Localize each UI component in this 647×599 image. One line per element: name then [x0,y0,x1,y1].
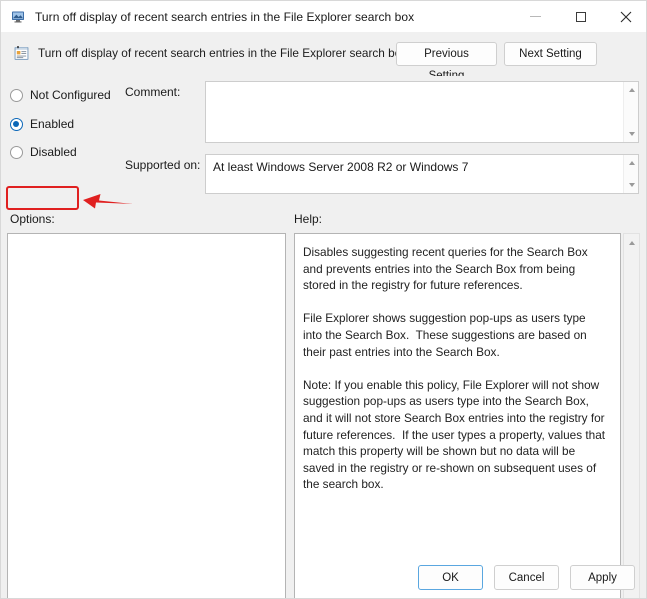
previous-setting-button[interactable]: Previous Setting [396,42,497,82]
ok-button[interactable]: OK [418,565,483,590]
supported-on-scrollbar[interactable] [623,155,638,193]
cancel-button[interactable]: Cancel [494,565,559,590]
radio-not-configured-label: Not Configured [30,88,111,102]
supported-on-input[interactable]: At least Windows Server 2008 R2 or Windo… [205,154,639,194]
window-controls [513,1,646,32]
help-pane[interactable]: Disables suggesting recent queries for t… [294,233,621,598]
help-label: Help: [294,212,323,226]
radio-not-configured[interactable]: Not Configured [10,86,111,104]
scroll-up-icon[interactable] [624,156,638,170]
comment-input[interactable] [205,81,639,143]
apply-button[interactable]: Apply [570,565,635,590]
group-policy-setting-dialog: Turn off display of recent search entrie… [0,0,647,599]
radio-enabled[interactable]: Enabled [10,115,74,133]
comment-scrollbar[interactable] [623,82,638,142]
help-scrollbar[interactable] [623,233,640,598]
comment-label: Comment: [125,85,181,99]
scroll-up-icon[interactable] [624,83,638,97]
radio-not-configured-mark [10,88,23,102]
supported-on-label: Supported on: [125,158,201,172]
next-setting-button[interactable]: Next Setting [504,42,597,66]
close-icon[interactable] [603,1,646,32]
minimize-icon[interactable] [513,1,558,32]
help-text: Disables suggesting recent queries for t… [303,245,606,492]
setting-title: Turn off display of recent search entrie… [38,46,408,60]
radio-disabled[interactable]: Disabled [10,143,77,161]
options-label: Options: [10,212,55,226]
policy-monitor-icon [11,9,27,25]
annotation-arrow-icon [83,194,133,209]
setting-header: Turn off display of recent search entrie… [1,32,646,82]
radio-enabled-mark [10,117,23,131]
scroll-up-icon[interactable] [624,236,639,250]
scroll-down-icon[interactable] [624,178,638,192]
annotation-highlight-box [6,186,79,210]
radio-disabled-mark [10,145,23,159]
options-pane[interactable] [7,233,286,598]
window-title: Turn off display of recent search entrie… [35,9,415,24]
policy-setting-icon [13,45,30,62]
scroll-down-icon[interactable] [624,127,638,141]
radio-enabled-label: Enabled [30,117,75,131]
title-bar: Turn off display of recent search entrie… [1,1,646,33]
supported-on-value: At least Windows Server 2008 R2 or Windo… [213,160,469,174]
dialog-body: Not Configured Enabled Disabled Comment:… [1,76,646,598]
radio-disabled-label: Disabled [30,145,77,159]
maximize-icon[interactable] [558,1,603,32]
